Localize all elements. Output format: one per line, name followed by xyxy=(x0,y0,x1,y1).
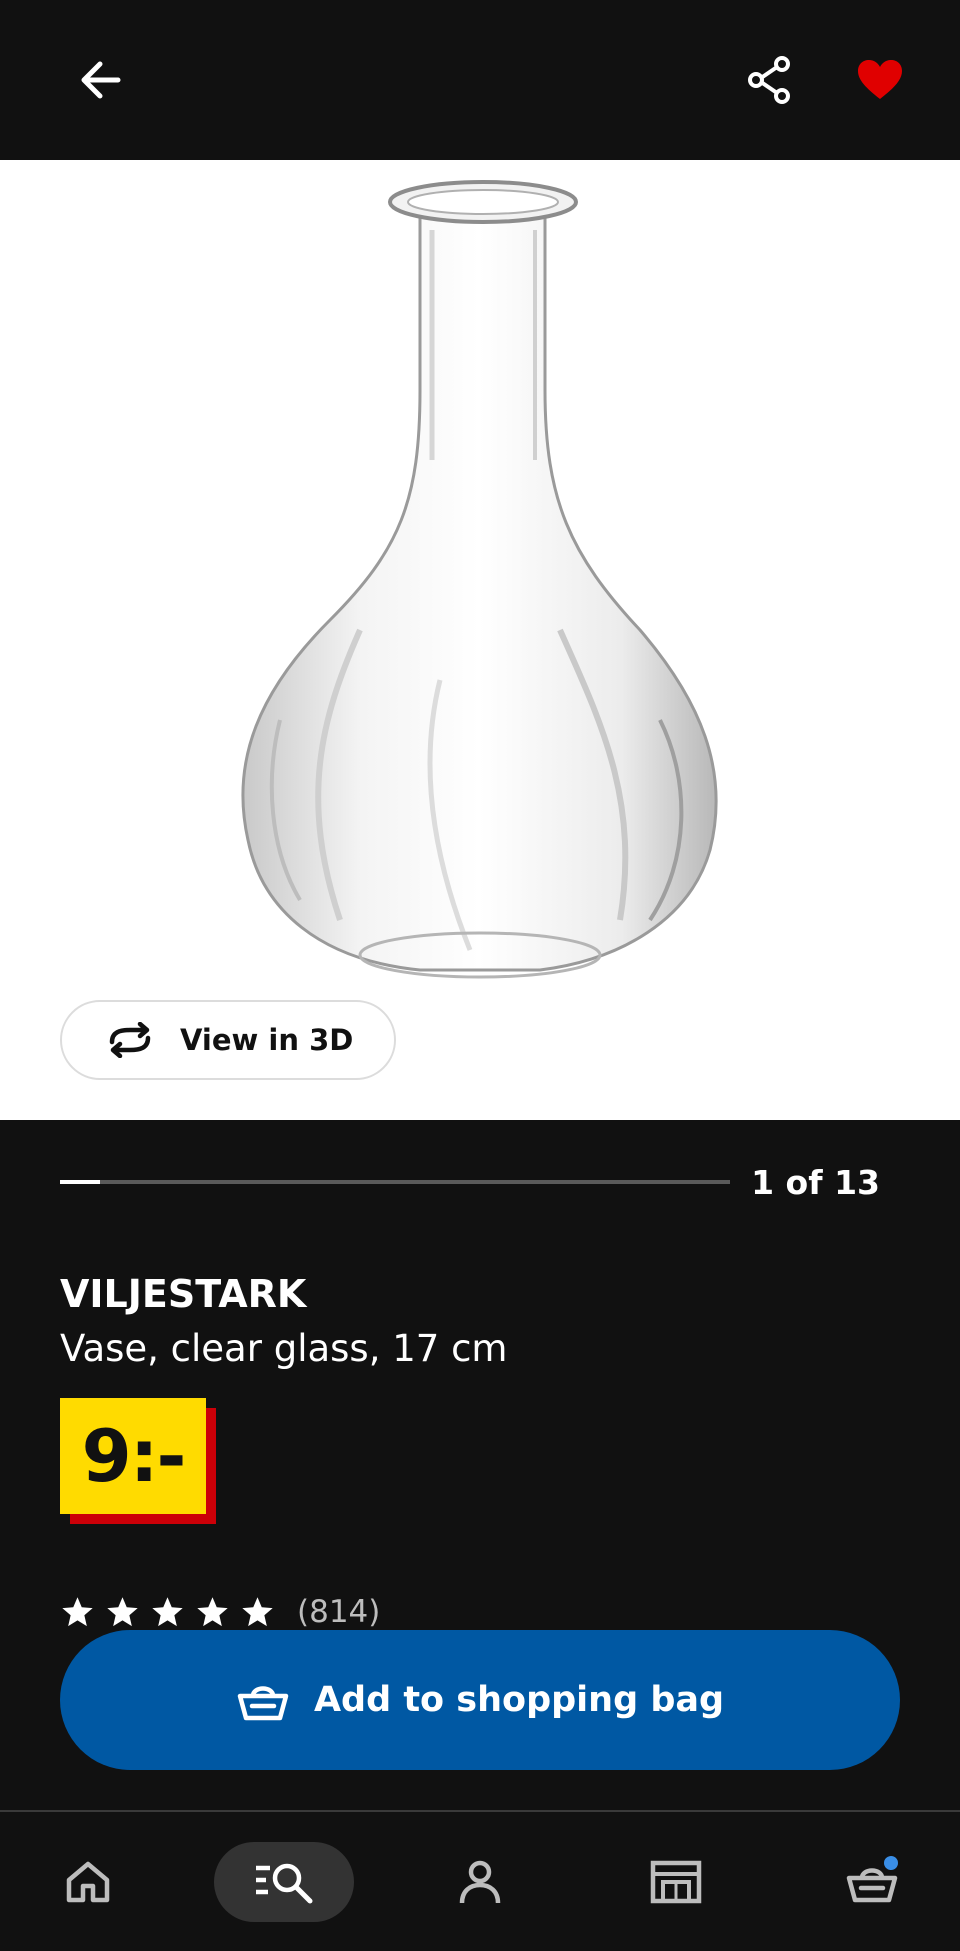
add-to-shopping-bag-label: Add to shopping bag xyxy=(313,1680,725,1720)
add-to-shopping-bag-button[interactable]: Add to shopping bag xyxy=(60,1630,900,1770)
basket-icon xyxy=(237,1686,289,1721)
arrow-left-icon xyxy=(81,61,121,99)
vase-image xyxy=(241,180,718,979)
product-image-gallery[interactable] xyxy=(0,160,960,1120)
star-icon xyxy=(152,1596,183,1626)
nav-search[interactable] xyxy=(214,1842,354,1922)
review-count: (814) xyxy=(297,1594,381,1630)
store-icon xyxy=(650,1860,702,1904)
basket-notification-dot xyxy=(884,1856,898,1870)
favorite-button[interactable] xyxy=(840,40,920,120)
search-icon xyxy=(256,1863,313,1904)
gallery-progress-bar xyxy=(60,1180,730,1184)
star-icon xyxy=(107,1596,138,1626)
star-icon xyxy=(242,1596,273,1626)
product-name: VILJESTARK xyxy=(60,1272,307,1316)
product-description: Vase, clear glass, 17 cm xyxy=(60,1327,508,1370)
star-icon xyxy=(197,1596,228,1626)
home-icon xyxy=(66,1861,110,1903)
nav-profile[interactable] xyxy=(440,1842,520,1922)
gallery-progress-fill xyxy=(60,1180,101,1184)
gallery-counter: 1 of 13 xyxy=(751,1163,880,1202)
rating[interactable]: (814) xyxy=(60,1594,380,1630)
profile-icon xyxy=(459,1860,501,1904)
view-in-3d-button[interactable]: View in 3D xyxy=(60,1000,396,1080)
share-icon xyxy=(748,56,790,104)
star-icon xyxy=(62,1596,93,1626)
top-bar xyxy=(0,0,960,160)
price-tag: 9:- xyxy=(60,1398,206,1514)
nav-home[interactable] xyxy=(48,1842,128,1922)
rotate-3d-icon xyxy=(109,1022,151,1058)
nav-basket[interactable] xyxy=(832,1842,912,1922)
share-button[interactable] xyxy=(730,40,810,120)
bottom-navigation xyxy=(0,1810,960,1951)
nav-store[interactable] xyxy=(636,1842,716,1922)
heart-icon xyxy=(858,60,902,99)
back-button[interactable] xyxy=(60,40,140,120)
rating-stars xyxy=(60,1595,275,1630)
view-in-3d-label: View in 3D xyxy=(180,1023,354,1057)
